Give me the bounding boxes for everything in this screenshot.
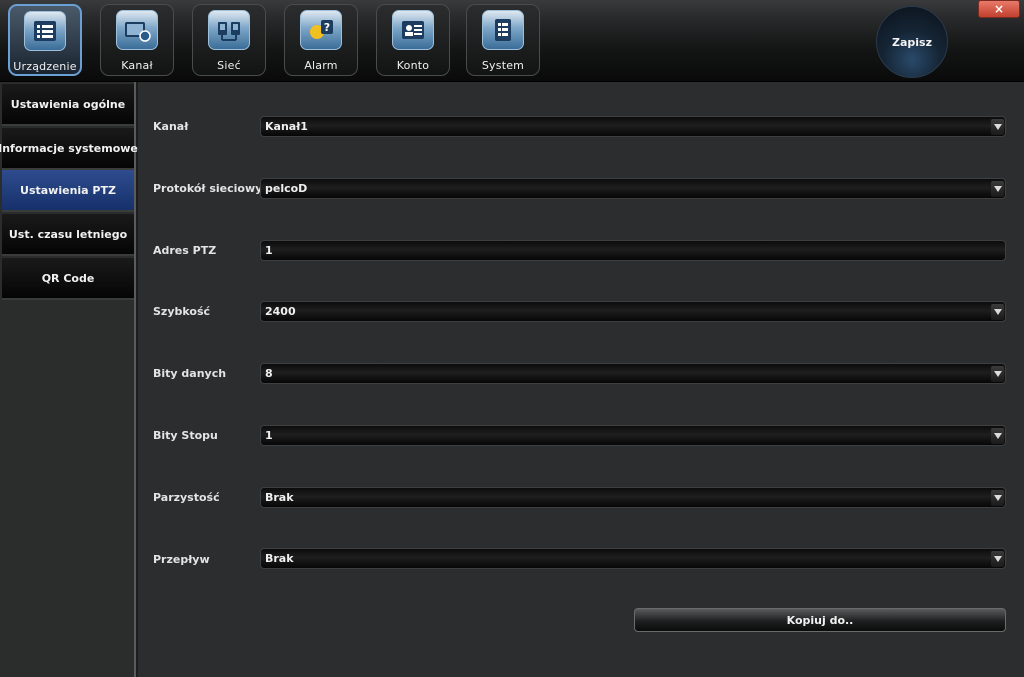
chevron-down-icon[interactable] xyxy=(991,366,1004,382)
sidebar-item-ustawienia-ptz[interactable]: Ustawienia PTZ xyxy=(2,170,134,212)
protokol-label: Protokół sieciowy xyxy=(153,182,263,195)
sidebar-item-ustawienia-ogolne[interactable]: Ustawienia ogólne xyxy=(2,84,134,126)
chevron-down-icon[interactable] xyxy=(991,119,1004,135)
tab-konto[interactable]: Konto xyxy=(376,4,450,76)
kanal-value: Kanał1 xyxy=(265,120,308,133)
close-button[interactable]: × xyxy=(978,0,1020,18)
adres-ptz-value: 1 xyxy=(265,244,273,257)
przeplyw-value: Brak xyxy=(265,552,294,565)
bity-stopu-select[interactable]: 1 xyxy=(260,425,1006,446)
bity-stopu-label: Bity Stopu xyxy=(153,429,218,442)
bity-stopu-value: 1 xyxy=(265,429,273,442)
protokol-select[interactable]: pelcoD xyxy=(260,178,1006,199)
tab-urzadzenie[interactable]: Urządzenie xyxy=(8,4,82,76)
sidebar-item-qr-code[interactable]: QR Code xyxy=(2,258,134,300)
szybkosc-label: Szybkość xyxy=(153,305,211,318)
account-icon xyxy=(392,10,434,50)
tab-kanal[interactable]: Kanał xyxy=(100,4,174,76)
bity-danych-label: Bity danych xyxy=(153,367,227,380)
parzystosc-select[interactable]: Brak xyxy=(260,487,1006,508)
chevron-down-icon[interactable] xyxy=(991,304,1004,320)
adres-ptz-input[interactable]: 1 xyxy=(260,240,1006,261)
protokol-value: pelcoD xyxy=(265,182,308,195)
tab-label: Sieć xyxy=(217,59,241,72)
sidebar: Ustawienia ogólne Informacje systemowe U… xyxy=(0,82,138,677)
sidebar-item-ust-czasu-letniego[interactable]: Ust. czasu letniego xyxy=(2,214,134,256)
copy-to-button[interactable]: Kopiuj do.. xyxy=(634,608,1006,632)
chevron-down-icon[interactable] xyxy=(991,428,1004,444)
save-button[interactable]: Zapisz xyxy=(876,6,948,78)
tab-siec[interactable]: Sieć xyxy=(192,4,266,76)
tab-label: System xyxy=(481,59,525,72)
bity-danych-value: 8 xyxy=(265,367,273,380)
chevron-down-icon[interactable] xyxy=(991,490,1004,506)
tab-label: Konto xyxy=(396,59,430,72)
system-icon xyxy=(482,10,524,50)
szybkosc-select[interactable]: 2400 xyxy=(260,301,1006,322)
adres-ptz-label: Adres PTZ xyxy=(153,244,217,257)
szybkosc-value: 2400 xyxy=(265,305,296,318)
svg-text:?: ? xyxy=(324,21,330,34)
parzystosc-value: Brak xyxy=(265,491,294,504)
bity-danych-select[interactable]: 8 xyxy=(260,363,1006,384)
close-icon: × xyxy=(993,2,1005,16)
chevron-down-icon[interactable] xyxy=(991,551,1004,567)
przeplyw-select[interactable]: Brak xyxy=(260,548,1006,569)
tab-label: Kanał xyxy=(121,59,153,72)
channel-camera-icon xyxy=(116,10,158,50)
tab-system[interactable]: System xyxy=(466,4,540,76)
ptz-settings-panel: Kanał Kanał1 Protokół sieciowy pelcoD Ad… xyxy=(138,82,1024,677)
przeplyw-label: Przepływ xyxy=(153,553,210,566)
device-list-icon xyxy=(24,11,66,51)
tab-label: Alarm xyxy=(304,59,338,72)
tab-alarm[interactable]: ? Alarm xyxy=(284,4,358,76)
network-icon xyxy=(208,10,250,50)
tab-label: Urządzenie xyxy=(13,60,77,73)
top-toolbar: Urządzenie Kanał Sieć ? Alarm Konto Syst… xyxy=(0,0,1024,82)
app-window: Urządzenie Kanał Sieć ? Alarm Konto Syst… xyxy=(0,0,1024,677)
sidebar-item-informacje-systemowe[interactable]: Informacje systemowe xyxy=(0,128,138,170)
kanal-label: Kanał xyxy=(153,120,189,133)
parzystosc-label: Parzystość xyxy=(153,491,220,504)
chevron-down-icon[interactable] xyxy=(991,181,1004,197)
alarm-icon: ? xyxy=(300,10,342,50)
kanal-select[interactable]: Kanał1 xyxy=(260,116,1006,137)
